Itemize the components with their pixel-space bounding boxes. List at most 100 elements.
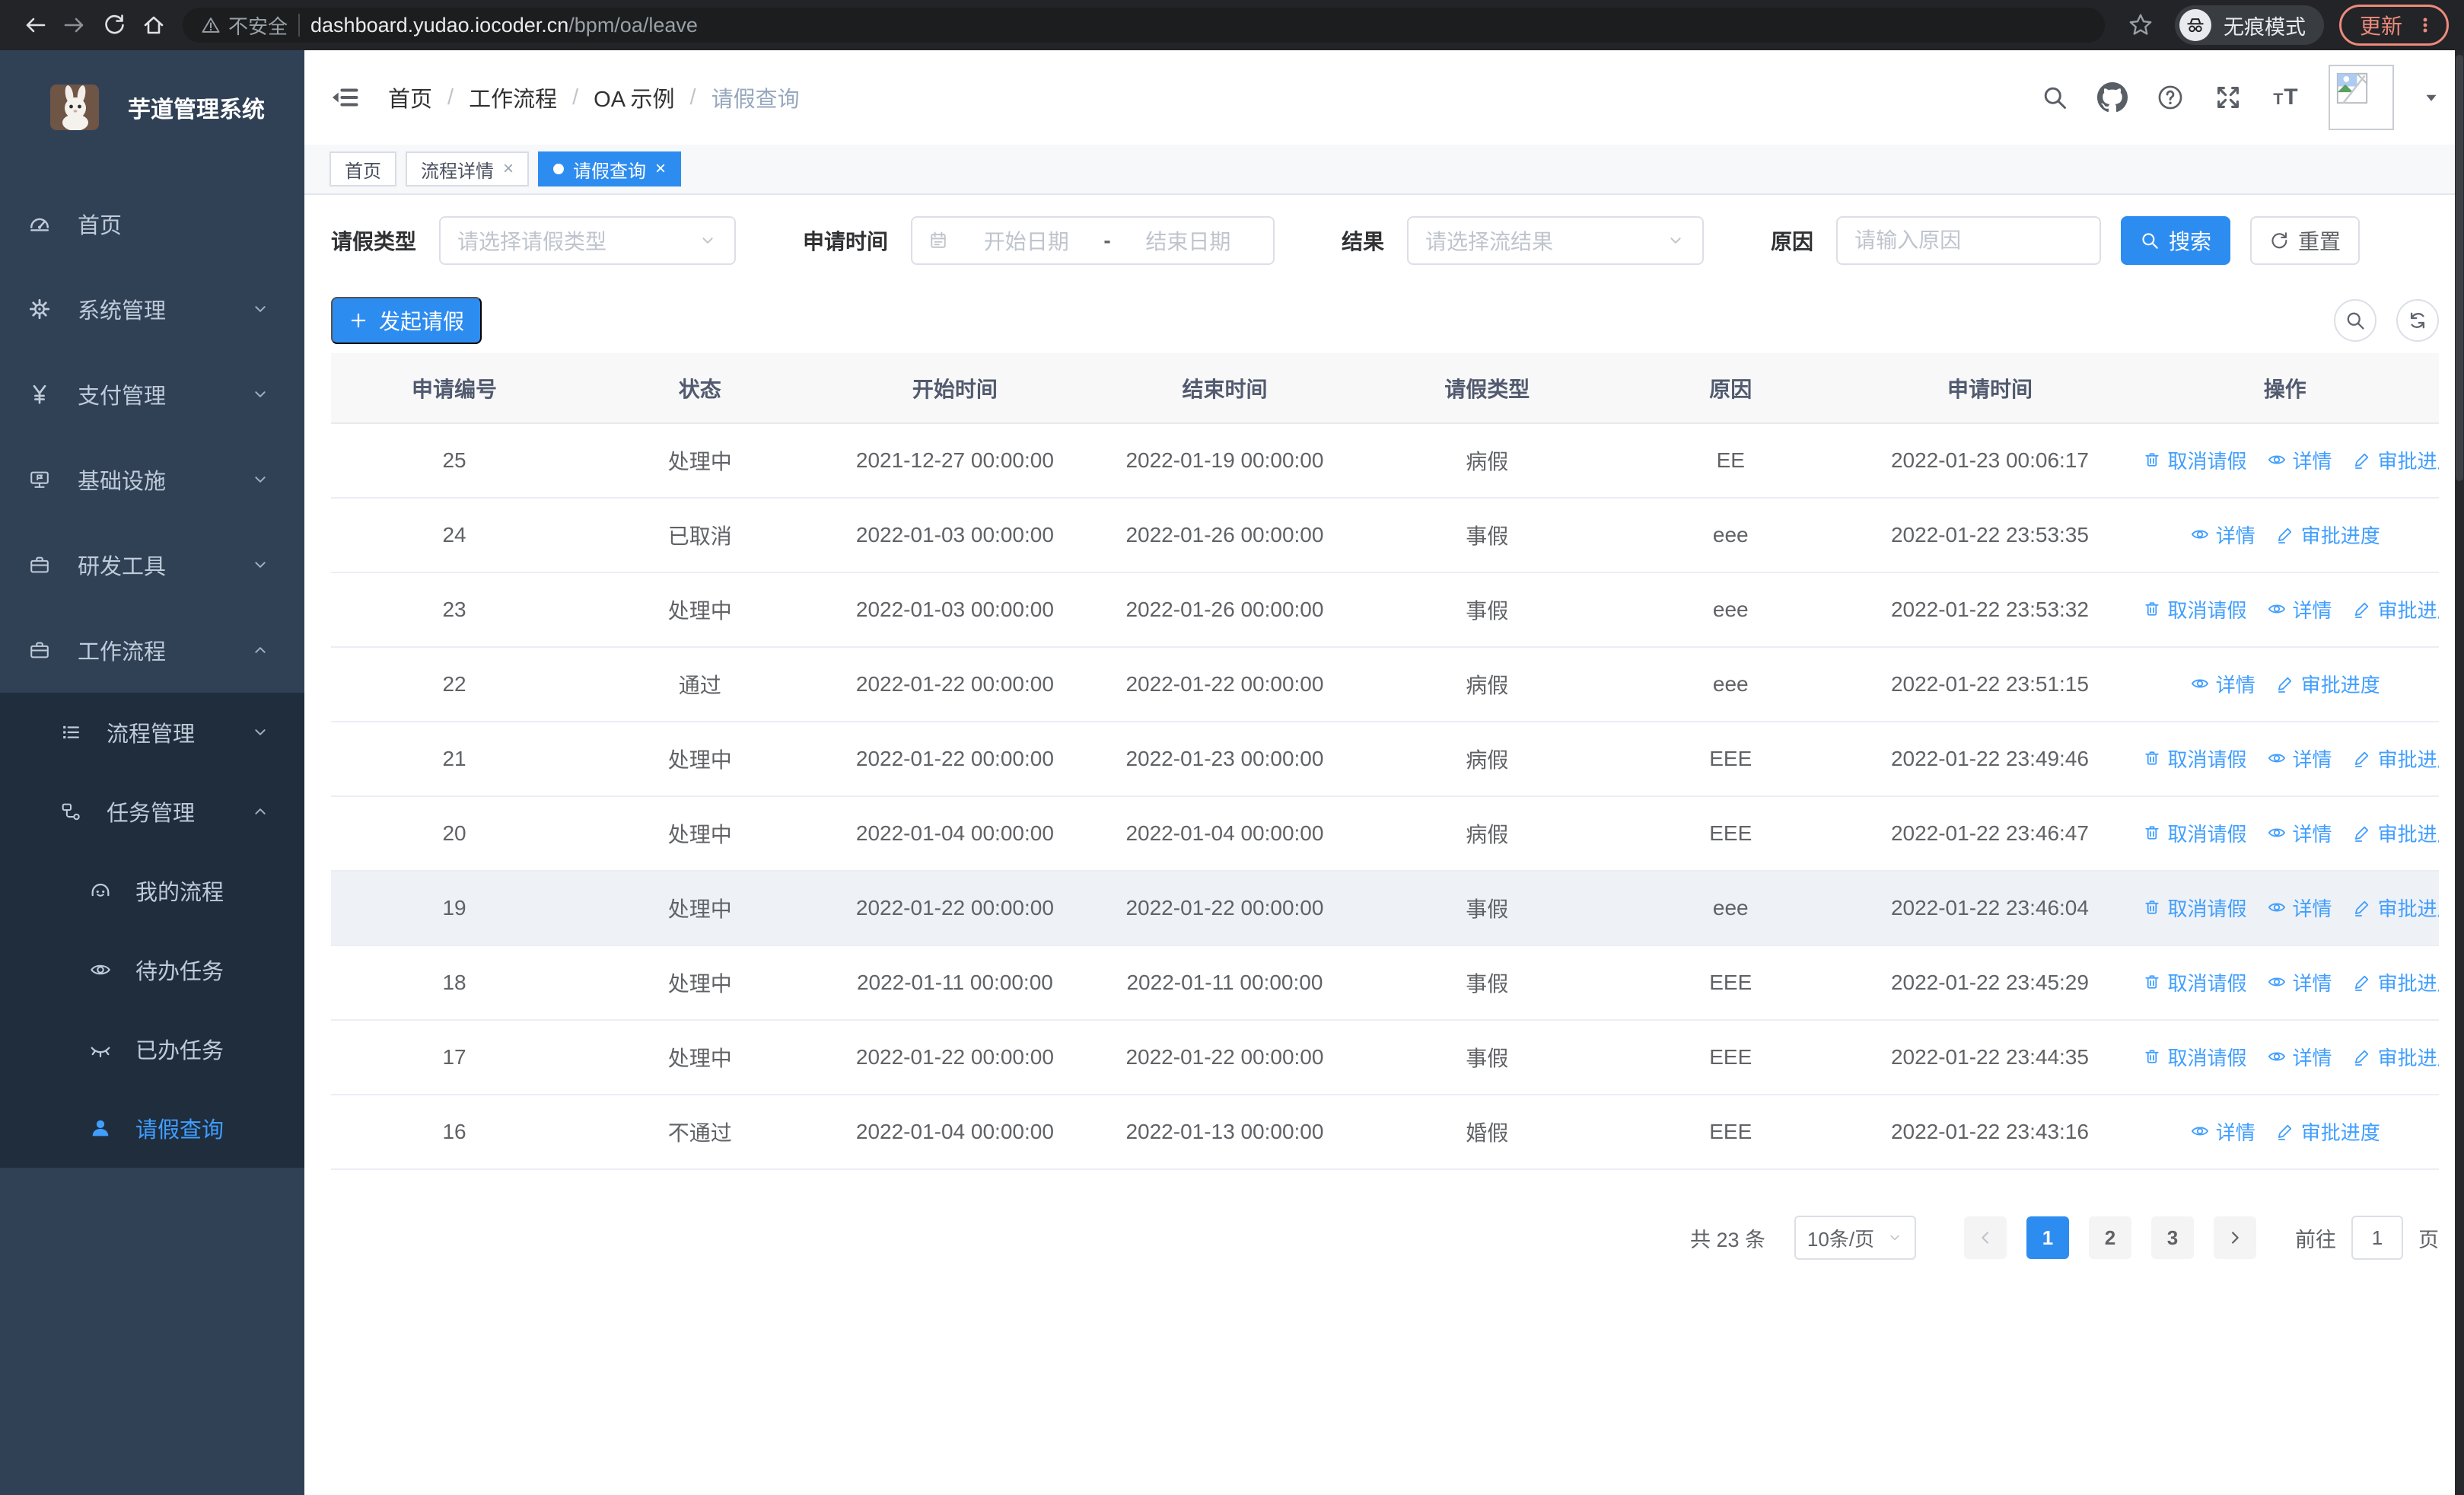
sidebar-item-process-management[interactable]: 流程管理 [0, 693, 304, 772]
next-page-button[interactable] [2214, 1216, 2256, 1259]
end-date-placeholder[interactable]: 结束日期 [1119, 225, 1258, 256]
result-select[interactable]: 请选择流结果 [1407, 216, 1705, 265]
sidebar-item-home[interactable]: 首页 [0, 181, 304, 266]
help-icon [2157, 84, 2184, 111]
action-progress-link[interactable]: 审批进度 [2275, 521, 2380, 549]
sidebar-item-leave-query[interactable]: 请假查询 [0, 1089, 304, 1168]
avatar[interactable] [2329, 65, 2394, 130]
page-button-1[interactable]: 1 [2026, 1216, 2069, 1259]
action-detail-link[interactable]: 详情 [2190, 521, 2255, 549]
toggle-search-button[interactable] [2334, 299, 2376, 342]
start-date-placeholder[interactable]: 开始日期 [957, 225, 1096, 256]
action-detail-link[interactable]: 详情 [2267, 894, 2332, 922]
browser-forward-button[interactable] [55, 5, 94, 45]
browser-back-button[interactable] [15, 5, 55, 45]
fullscreen-button[interactable] [2213, 82, 2243, 113]
action-cancel-link[interactable]: 取消请假 [2142, 968, 2247, 996]
chevron-down-icon [250, 470, 270, 489]
menu-dots-icon[interactable] [2415, 14, 2436, 36]
action-cancel-link[interactable]: 取消请假 [2142, 819, 2247, 847]
action-detail-link[interactable]: 详情 [2267, 446, 2332, 474]
action-cancel-link[interactable]: 取消请假 [2142, 744, 2247, 773]
leave-type-select[interactable]: 请选择请假类型 [439, 216, 737, 265]
chevron-up-icon [250, 802, 270, 821]
cell-status: 处理中 [578, 572, 823, 648]
action-progress-link[interactable]: 审批进度 [2352, 446, 2439, 474]
goto-page-input[interactable] [2351, 1216, 2403, 1260]
action-progress-link[interactable]: 审批进度 [2352, 744, 2439, 773]
action-progress-link[interactable]: 审批进度 [2352, 595, 2439, 623]
security-warning[interactable]: 不安全 [201, 11, 288, 40]
tag-leave-query[interactable]: 请假查询 × [538, 151, 682, 186]
list-tree-icon [59, 721, 82, 744]
bookmark-star-button[interactable] [2128, 12, 2154, 38]
browser-reload-button[interactable] [94, 5, 134, 45]
create-leave-button[interactable]: 发起请假 [331, 297, 482, 344]
action-detail-link[interactable]: 详情 [2267, 1043, 2332, 1071]
reset-button[interactable]: 重置 [2250, 216, 2361, 265]
close-icon[interactable]: × [503, 160, 514, 178]
refresh-table-button[interactable] [2396, 299, 2439, 342]
action-detail-link[interactable]: 详情 [2267, 595, 2332, 623]
action-detail-link[interactable]: 详情 [2267, 819, 2332, 847]
sidebar-collapse-button[interactable] [327, 80, 362, 115]
sidebar-item-todo-tasks[interactable]: 待办任务 [0, 930, 304, 1009]
table-row: 20 处理中 2022-01-04 00:00:00 2022-01-04 00:00… [331, 796, 2439, 872]
sidebar-item-my-process[interactable]: 我的流程 [0, 851, 304, 930]
browser-scrollbar[interactable] [2455, 50, 2464, 1495]
action-detail-link[interactable]: 详情 [2190, 1117, 2255, 1146]
breadcrumb-workflow[interactable]: 工作流程 [469, 81, 557, 113]
action-detail-link[interactable]: 详情 [2267, 968, 2332, 996]
pen-icon [2352, 897, 2372, 917]
page-button-2[interactable]: 2 [2089, 1216, 2131, 1259]
trash-icon [2142, 972, 2162, 992]
avatar-dropdown[interactable] [2421, 88, 2441, 107]
action-progress-link[interactable]: 审批进度 [2352, 968, 2439, 996]
sidebar-item-done-tasks[interactable]: 已办任务 [0, 1009, 304, 1089]
pagination: 共 23 条 10条/页 123 前往 页 [331, 1216, 2439, 1260]
pen-icon [2352, 1047, 2372, 1066]
action-cancel-link[interactable]: 取消请假 [2142, 894, 2247, 922]
action-cancel-link[interactable]: 取消请假 [2142, 1043, 2247, 1071]
action-progress-link[interactable]: 审批进度 [2352, 819, 2439, 847]
browser-home-button[interactable] [134, 5, 173, 45]
header-search-button[interactable] [2039, 82, 2070, 113]
github-link[interactable] [2097, 82, 2128, 113]
action-cancel-link[interactable]: 取消请假 [2142, 595, 2247, 623]
breadcrumb-oa-example[interactable]: OA 示例 [594, 81, 674, 113]
sidebar-item-workflow[interactable]: 工作流程 [0, 607, 304, 693]
apply-time-range-picker[interactable]: 开始日期 - 结束日期 [911, 216, 1275, 265]
prev-page-button[interactable] [1964, 1216, 2007, 1259]
close-icon[interactable]: × [655, 160, 666, 178]
pen-icon [2275, 674, 2295, 693]
sidebar-item-system-management[interactable]: 系统管理 [0, 266, 304, 352]
page-size-select[interactable]: 10条/页 [1794, 1216, 1916, 1260]
address-bar[interactable]: 不安全 dashboard.yudao.iocoder.cn/bpm/oa/le… [183, 8, 2105, 43]
col-apply-id: 申请编号 [331, 353, 578, 424]
sidebar-item-infrastructure[interactable]: 基础设施 [0, 437, 304, 522]
sidebar-item-payment-management[interactable]: 支付管理 [0, 352, 304, 437]
search-button[interactable]: 搜索 [2121, 216, 2231, 265]
action-detail-link[interactable]: 详情 [2190, 670, 2255, 698]
col-status: 状态 [578, 353, 823, 424]
page-button-3[interactable]: 3 [2151, 1216, 2194, 1259]
browser-update-button[interactable]: 更新 [2338, 5, 2449, 46]
help-button[interactable] [2155, 82, 2185, 113]
eye-open-icon [89, 958, 112, 981]
action-cancel-link[interactable]: 取消请假 [2142, 446, 2247, 474]
sidebar-item-dev-tools[interactable]: 研发工具 [0, 522, 304, 607]
reason-input[interactable] [1836, 216, 2102, 265]
scrollbar-thumb[interactable] [2456, 55, 2463, 481]
action-detail-link[interactable]: 详情 [2267, 744, 2332, 773]
table-row: 18 处理中 2022-01-11 00:00:00 2022-01-11 00:00… [331, 945, 2439, 1021]
action-progress-link[interactable]: 审批进度 [2352, 894, 2439, 922]
tag-process-detail[interactable]: 流程详情 × [406, 151, 530, 186]
action-progress-link[interactable]: 审批进度 [2275, 670, 2380, 698]
action-progress-link[interactable]: 审批进度 [2275, 1117, 2380, 1146]
tag-home[interactable]: 首页 [329, 151, 396, 186]
sidebar-item-task-management[interactable]: 任务管理 [0, 772, 304, 851]
font-size-button[interactable]: TT [2271, 82, 2301, 113]
action-progress-link[interactable]: 审批进度 [2352, 1043, 2439, 1071]
breadcrumb-home[interactable]: 首页 [388, 81, 432, 113]
cell-actions: 详情 审批进度 [2131, 1095, 2439, 1170]
